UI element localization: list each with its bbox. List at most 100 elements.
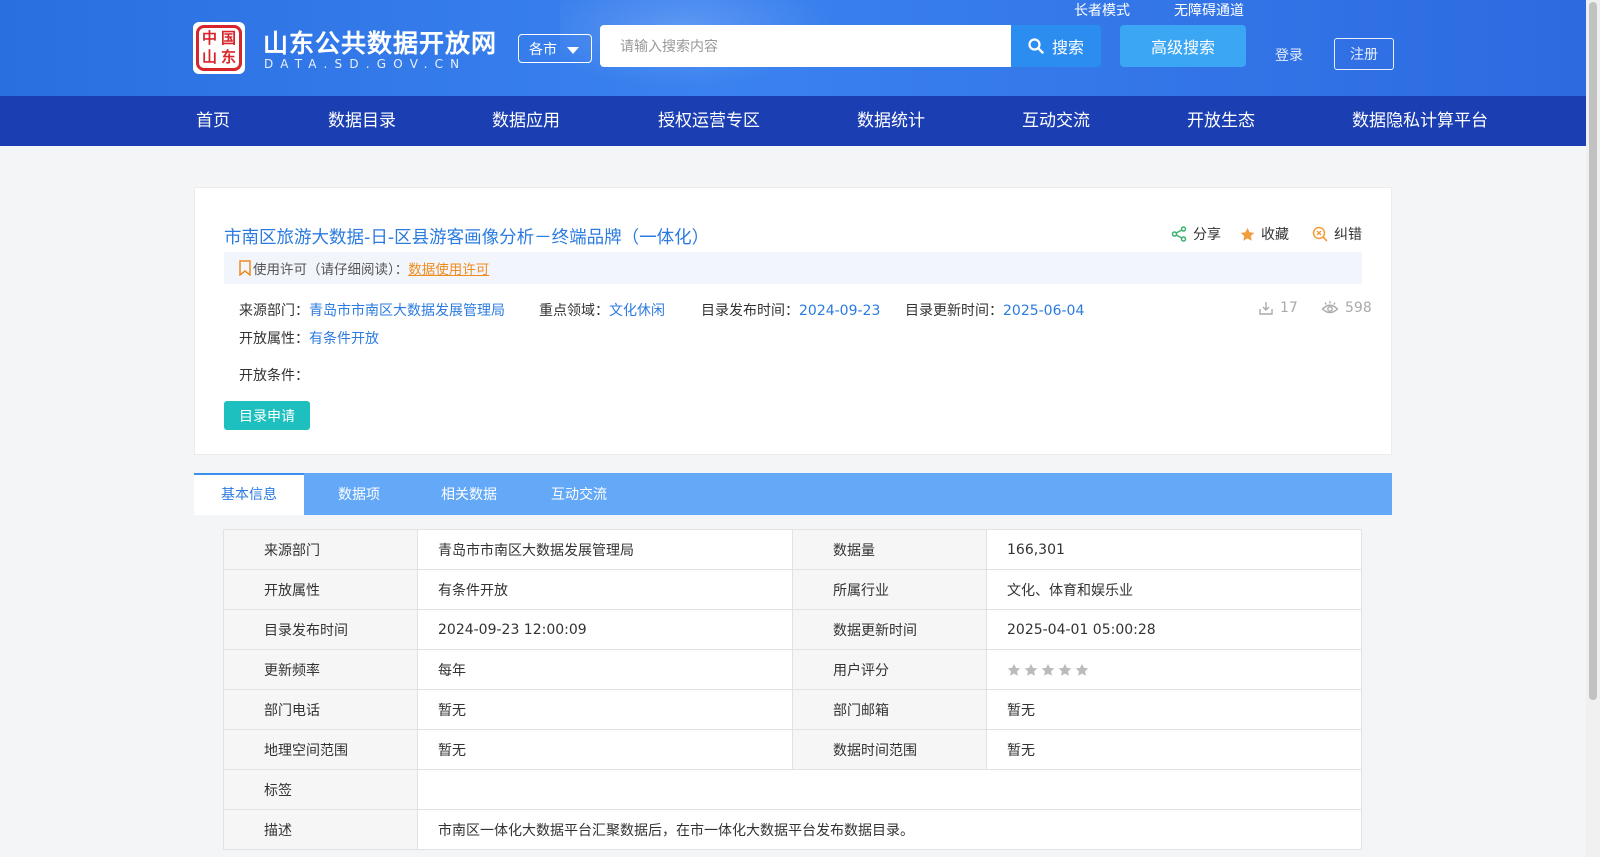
site-title[interactable]: 山东公共数据开放网 (263, 24, 497, 60)
logo-seal-characters: 中 国 山 东 (196, 25, 242, 71)
license-bar: 使用许可（请仔细阅读）： 数据使用许可 (224, 252, 1362, 284)
source-value[interactable]: 青岛市市南区大数据发展管理局 (309, 303, 505, 319)
login-link[interactable]: 登录 (1275, 45, 1303, 65)
info-value: 每年 (417, 649, 793, 690)
info-key: 数据时间范围 (792, 729, 987, 770)
info-value: 青岛市市南区大数据发展管理局 (417, 529, 793, 570)
download-icon (1259, 302, 1273, 315)
license-prefix: 使用许可（请仔细阅读）： (253, 262, 409, 278)
nav-item-authorized-ops[interactable]: 授权运营专区 (658, 96, 760, 146)
main-nav: 首页 数据目录 数据应用 授权运营专区 数据统计 互动交流 开放生态 数据隐私计… (0, 96, 1586, 146)
tab-basic-info[interactable]: 基本信息 (194, 473, 304, 515)
city-select[interactable]: 各市 (518, 34, 592, 63)
favorite-button[interactable]: 收藏 (1240, 224, 1289, 244)
rating-star-icon[interactable] (1007, 663, 1021, 677)
share-label: 分享 (1193, 227, 1221, 243)
view-count-value: 598 (1345, 300, 1372, 316)
publish-label: 目录发布时间： (701, 303, 799, 319)
table-row: 目录发布时间 2024-09-23 12:00:09 数据更新时间 2025-0… (223, 609, 1362, 650)
info-value: 文化、体育和娱乐业 (986, 569, 1362, 610)
nav-item-privacy-computing[interactable]: 数据隐私计算平台 (1352, 96, 1488, 146)
logo-char: 山 (201, 48, 217, 66)
description-value: 市南区一体化大数据平台汇聚数据后，在市一体化大数据平台发布数据目录。 (417, 809, 1362, 850)
open-attr-value: 有条件开放 (309, 331, 379, 347)
tab-interaction[interactable]: 互动交流 (524, 473, 634, 515)
view-count: 598 (1321, 300, 1372, 316)
site-header: 中 国 山 东 山东公共数据开放网 DATA.SD.GOV.CN 各市 搜索 高… (0, 0, 1586, 96)
tab-related-data[interactable]: 相关数据 (414, 473, 524, 515)
basic-info-table: 来源部门 青岛市市南区大数据发展管理局 数据量 166,301 开放属性 有条件… (223, 529, 1362, 850)
publish-value: 2024-09-23 (799, 303, 881, 319)
info-value: 2024-09-23 12:00:09 (417, 609, 793, 650)
rating-star-icon[interactable] (1075, 663, 1089, 677)
search-button[interactable]: 搜索 (1011, 25, 1101, 67)
rating-star-icon[interactable] (1058, 663, 1072, 677)
update-time: 目录更新时间：2025-06-04 (905, 300, 1084, 320)
info-key: 数据量 (792, 529, 987, 570)
info-key: 用户评分 (792, 649, 987, 690)
source-department: 来源部门：青岛市市南区大数据发展管理局 (239, 300, 505, 320)
logo-char: 中 (201, 29, 217, 47)
search-input[interactable] (600, 25, 1011, 67)
nav-item-data-catalog[interactable]: 数据目录 (328, 96, 396, 146)
nav-item-statistics[interactable]: 数据统计 (857, 96, 925, 146)
open-attr-label: 开放属性： (239, 331, 309, 347)
nav-item-interaction[interactable]: 互动交流 (1022, 96, 1090, 146)
logo-char: 东 (220, 48, 236, 66)
report-error-icon (1312, 226, 1328, 242)
download-count-value: 17 (1280, 300, 1298, 316)
domain-value[interactable]: 文化休闲 (609, 303, 665, 319)
info-value: 暂无 (986, 729, 1362, 770)
eye-icon (1321, 301, 1339, 314)
share-button[interactable]: 分享 (1171, 224, 1221, 244)
info-value: 暂无 (417, 729, 793, 770)
search-icon (1028, 38, 1044, 54)
domain-label: 重点领域： (539, 303, 609, 319)
accessibility-link[interactable]: 无障碍通道 (1174, 0, 1244, 20)
chevron-down-icon (567, 47, 579, 54)
rating-stars[interactable] (1007, 663, 1341, 677)
nav-item-ecosystem[interactable]: 开放生态 (1187, 96, 1255, 146)
register-button[interactable]: 注册 (1334, 38, 1394, 70)
info-key: 开放属性 (223, 569, 418, 610)
page-scrollbar[interactable] (1586, 0, 1600, 857)
favorite-label: 收藏 (1261, 227, 1289, 243)
scrollbar-thumb[interactable] (1589, 2, 1597, 700)
info-key: 所属行业 (792, 569, 987, 610)
user-rating (986, 649, 1362, 690)
rating-star-icon[interactable] (1041, 663, 1055, 677)
info-key: 目录发布时间 (223, 609, 418, 650)
report-error-button[interactable]: 纠错 (1312, 224, 1362, 244)
share-icon (1171, 226, 1187, 242)
detail-tabs: 基本信息 数据项 相关数据 互动交流 (194, 473, 1392, 515)
nav-item-home[interactable]: 首页 (196, 96, 230, 146)
info-key: 部门电话 (223, 689, 418, 730)
info-key: 描述 (223, 809, 418, 850)
info-value: 2025-04-01 05:00:28 (986, 609, 1362, 650)
open-attribute: 开放属性：有条件开放 (239, 328, 379, 348)
tab-data-items[interactable]: 数据项 (304, 473, 414, 515)
table-row: 更新频率 每年 用户评分 (223, 649, 1362, 690)
advanced-search-button[interactable]: 高级搜索 (1120, 25, 1246, 67)
info-key: 更新频率 (223, 649, 418, 690)
dataset-title: 市南区旅游大数据-日-区县游客画像分析－终端品牌（一体化） (224, 228, 710, 248)
publish-time: 目录发布时间：2024-09-23 (701, 300, 880, 320)
rating-star-icon[interactable] (1024, 663, 1038, 677)
source-label: 来源部门： (239, 303, 309, 319)
info-value: 暂无 (986, 689, 1362, 730)
download-count: 17 (1258, 300, 1298, 316)
open-condition-label: 开放条件： (239, 368, 309, 384)
nav-item-data-apps[interactable]: 数据应用 (492, 96, 560, 146)
search-button-label: 搜索 (1051, 38, 1084, 57)
info-key: 来源部门 (223, 529, 418, 570)
catalog-apply-button[interactable]: 目录申请 (224, 401, 310, 430)
elder-mode-link[interactable]: 长者模式 (1074, 0, 1130, 20)
license-link[interactable]: 数据使用许可 (408, 258, 489, 278)
info-value: 暂无 (417, 689, 793, 730)
info-key: 地理空间范围 (223, 729, 418, 770)
site-logo-seal[interactable]: 中 国 山 东 (193, 22, 245, 74)
dataset-detail-card: 市南区旅游大数据-日-区县游客画像分析－终端品牌（一体化） 分享 收藏 纠错 使… (194, 187, 1392, 455)
bookmark-icon (239, 260, 251, 276)
info-key: 部门邮箱 (792, 689, 987, 730)
info-value: 有条件开放 (417, 569, 793, 610)
